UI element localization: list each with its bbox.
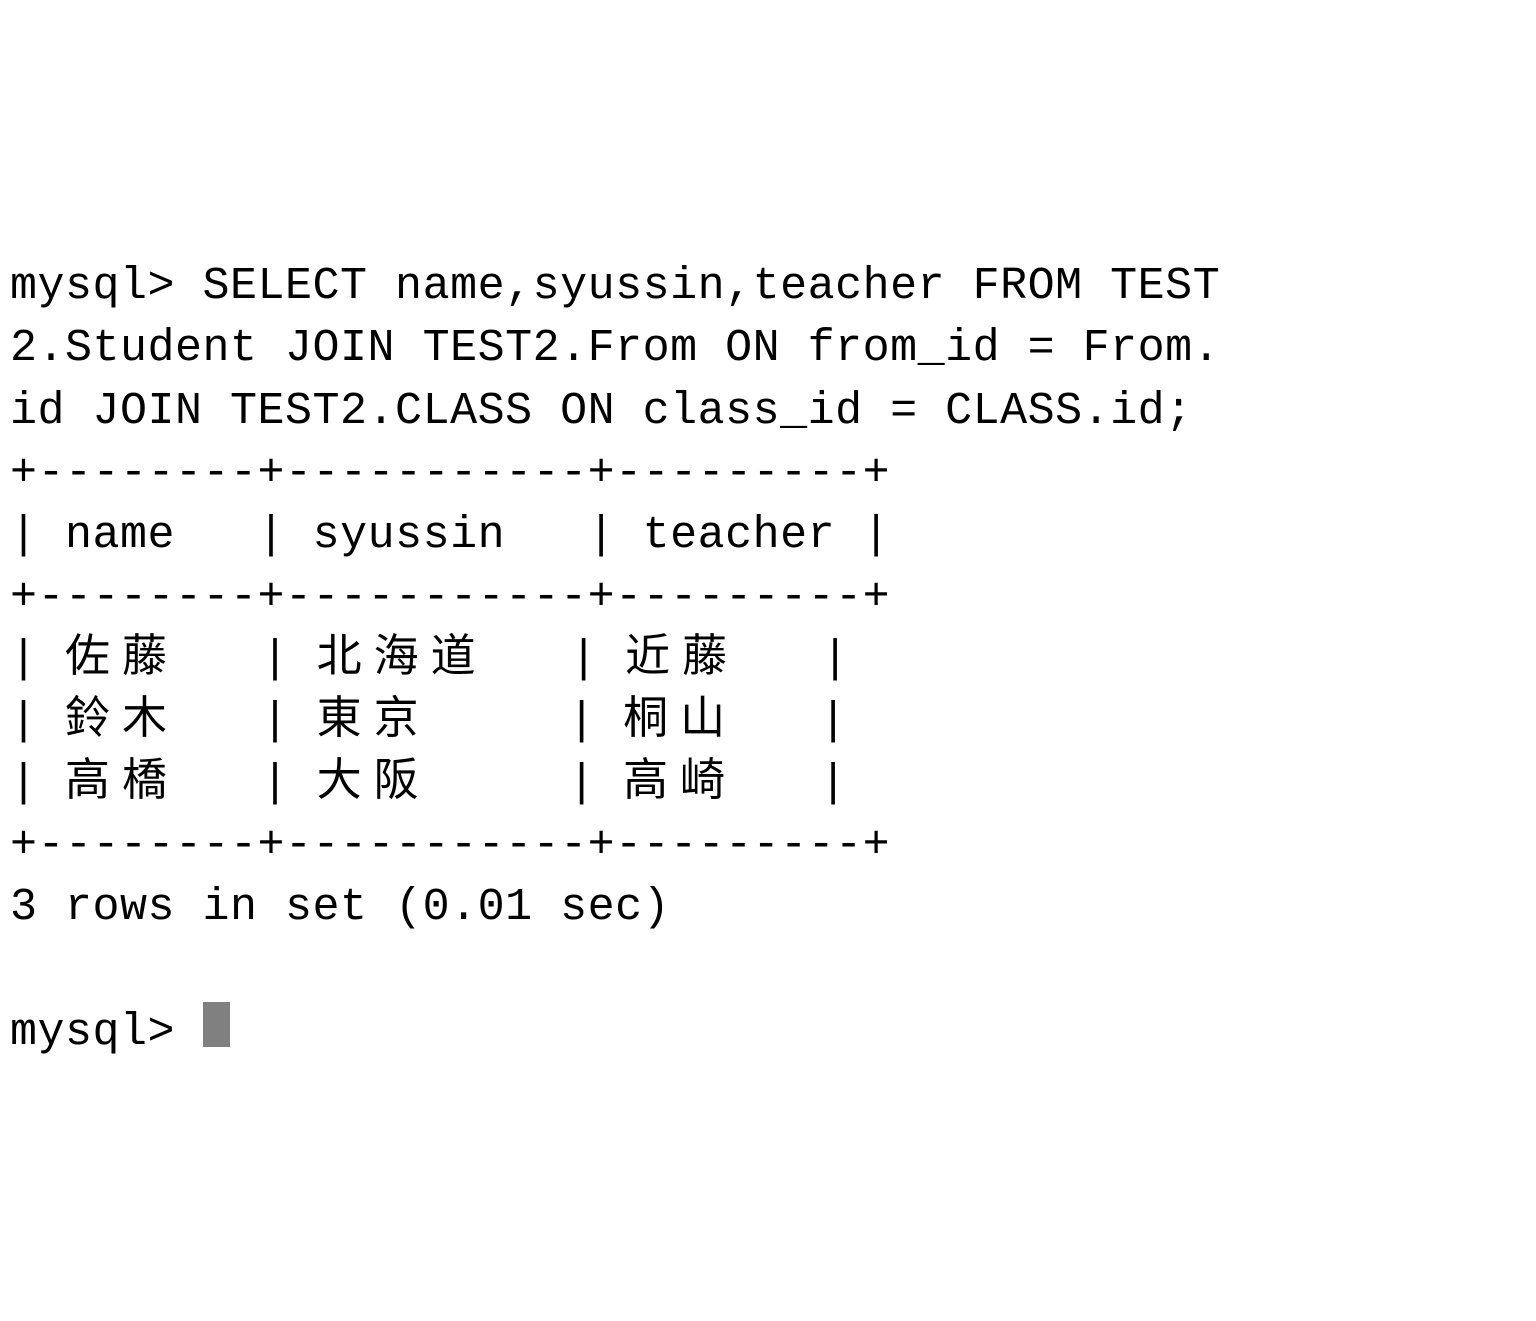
col-teacher-header: teacher — [643, 510, 836, 561]
cell-syussin: 大阪 — [317, 758, 431, 809]
table-border-bottom: +--------+-----------+---------+ — [10, 820, 890, 871]
query-line-3: id JOIN TEST2.CLASS ON class_id = CLASS.… — [10, 386, 1193, 437]
col-name-header: name — [65, 510, 175, 561]
table-border-mid: +--------+-----------+---------+ — [10, 572, 890, 623]
table-row: | 高橋 | 大阪 | 高崎 | — [10, 758, 847, 809]
result-footer: 3 rows in set (0.01 sec) — [10, 882, 670, 933]
cell-name: 鈴木 — [65, 696, 179, 747]
query-line-2: 2.Student JOIN TEST2.From ON from_id = F… — [10, 323, 1220, 374]
table-row: | 鈴木 | 東京 | 桐山 | — [10, 696, 847, 747]
cell-name: 佐藤 — [65, 634, 179, 685]
cell-teacher: 高崎 — [623, 758, 737, 809]
cell-teacher: 近藤 — [625, 634, 739, 685]
cell-name: 高橋 — [65, 758, 179, 809]
prompt-line[interactable]: mysql> — [10, 1007, 230, 1058]
table-border-top: +--------+-----------+---------+ — [10, 448, 890, 499]
table-row: | 佐藤 | 北海道 | 近藤 | — [10, 634, 849, 685]
cell-syussin: 東京 — [317, 696, 431, 747]
table-header-row: | name | syussin | teacher | — [10, 510, 890, 561]
query-line-1: mysql> SELECT name,syussin,teacher FROM … — [10, 261, 1220, 312]
cell-syussin: 北海道 — [317, 634, 488, 685]
cursor-block — [203, 1002, 230, 1047]
col-syussin-header: syussin — [313, 510, 506, 561]
cell-teacher: 桐山 — [623, 696, 737, 747]
prompt-text: mysql> — [10, 1007, 203, 1058]
